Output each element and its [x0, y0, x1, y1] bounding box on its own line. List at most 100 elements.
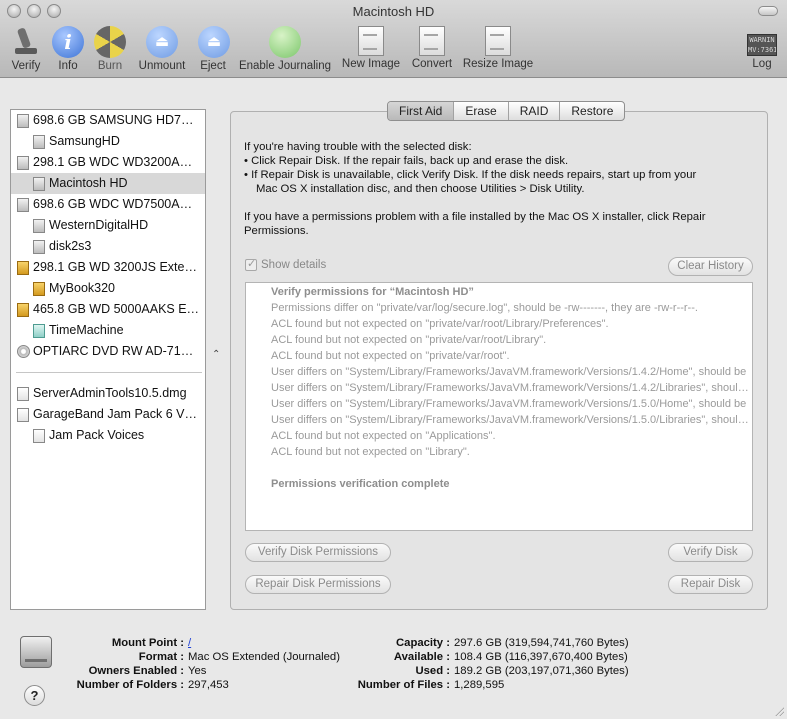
sidebar-item-label: TimeMachine: [49, 323, 124, 337]
info-tool-button[interactable]: i Info: [52, 26, 84, 72]
tab-restore[interactable]: Restore: [560, 102, 624, 120]
log-line: Permissions verification complete: [271, 478, 450, 490]
toolbar-toggle-button[interactable]: [758, 6, 778, 16]
log-tool-label: Log: [752, 58, 772, 70]
format-label: Format :: [138, 651, 184, 663]
sidebar-item-volume[interactable]: TimeMachine: [11, 320, 205, 341]
mount-point-row: Mount Point : /: [74, 636, 191, 650]
instruction-line: • If Repair Disk is unavailable, click V…: [244, 169, 697, 181]
sidebar-item-label: Macintosh HD: [49, 176, 128, 190]
number-of-folders-value: 297,453: [188, 679, 229, 691]
enable-journaling-tool-button[interactable]: Enable Journaling: [238, 26, 332, 72]
eject-icon: ⏏: [198, 26, 230, 58]
sidebar-item-volume[interactable]: SamsungHD: [11, 131, 205, 152]
first-aid-log[interactable]: Verify permissions for “Macintosh HD” Pe…: [245, 282, 753, 531]
sidebar-item-disk-image[interactable]: GarageBand Jam Pack 6 V…: [11, 404, 205, 425]
volume-icon: [33, 219, 45, 233]
window-resize-handle[interactable]: [774, 706, 784, 716]
convert-tool-button[interactable]: Convert: [409, 26, 455, 70]
sidebar-item-label: 298.1 GB WD 3200JS Exte…: [33, 260, 197, 274]
number-of-folders-row: Number of Folders : 297,453: [74, 678, 229, 692]
number-of-folders-label: Number of Folders :: [76, 679, 184, 691]
sidebar-item-disk[interactable]: 298.1 GB WDC WD3200A…: [11, 152, 205, 173]
microscope-icon: [10, 26, 42, 58]
instruction-line: Mac OS X installation disc, and then cho…: [256, 183, 585, 195]
verify-disk-button[interactable]: Verify Disk: [668, 543, 753, 562]
volume-icon: [33, 429, 45, 443]
new-image-tool-button[interactable]: New Image: [341, 26, 401, 70]
external-disk-icon: [17, 303, 29, 317]
log-tool-button[interactable]: WARNIN MV:7361 Log: [746, 26, 778, 70]
info-tool-label: Info: [58, 60, 78, 72]
unmount-icon: ⏏: [146, 26, 178, 58]
window-title: Macintosh HD: [352, 4, 435, 19]
sidebar-item-label: GarageBand Jam Pack 6 V…: [33, 407, 197, 421]
eject-tool-button[interactable]: ⏏ Eject: [198, 26, 230, 72]
hard-disk-icon: [20, 636, 52, 668]
sidebar-item-volume[interactable]: WesternDigitalHD: [11, 215, 205, 236]
used-label: Used :: [415, 665, 450, 677]
format-value: Mac OS Extended (Journaled): [188, 651, 340, 663]
resize-image-icon: [485, 26, 511, 56]
log-line: Permissions differ on "private/var/log/s…: [271, 302, 698, 314]
sidebar-item-label: disk2s3: [49, 239, 92, 253]
mount-point-link[interactable]: /: [188, 636, 191, 650]
sidebar-item-disk[interactable]: 698.6 GB WDC WD7500A…: [11, 194, 205, 215]
repair-disk-button[interactable]: Repair Disk: [668, 575, 753, 594]
log-line: ACL found but not expected on "Applicati…: [271, 430, 496, 442]
sidebar-item-label: 298.1 GB WDC WD3200A…: [33, 155, 193, 169]
disk-image-icon: [17, 387, 29, 401]
used-value: 189.2 GB (203,197,071,360 Bytes): [454, 665, 629, 677]
sidebar-item-dvd-drive[interactable]: OPTIARC DVD RW AD-71…: [11, 341, 205, 362]
sidebar-item-volume[interactable]: disk2s3: [11, 236, 205, 257]
log-line: User differs on "System/Library/Framewor…: [271, 366, 747, 378]
verify-tool-button[interactable]: Verify: [9, 26, 43, 72]
available-label: Available :: [393, 651, 450, 663]
capacity-value: 297.6 GB (319,594,741,760 Bytes): [454, 637, 629, 649]
verify-disk-permissions-button[interactable]: Verify Disk Permissions: [245, 543, 391, 562]
owners-enabled-row: Owners Enabled : Yes: [74, 664, 207, 678]
resize-image-tool-button[interactable]: Resize Image: [462, 26, 534, 70]
burn-tool-label: Burn: [97, 60, 123, 72]
info-icon: i: [52, 26, 84, 58]
unmount-tool-button[interactable]: ⏏ Unmount: [136, 26, 188, 72]
external-volume-icon: [33, 282, 45, 296]
disk-list[interactable]: 698.6 GB SAMSUNG HD7… SamsungHD 298.1 GB…: [10, 109, 206, 610]
tab-raid[interactable]: RAID: [509, 102, 561, 120]
log-line: ACL found but not expected on "private/v…: [271, 350, 510, 362]
log-line: ACL found but not expected on "Library".: [271, 446, 470, 458]
show-details-checkbox[interactable]: Show details: [245, 257, 327, 271]
repair-disk-permissions-button[interactable]: Repair Disk Permissions: [245, 575, 391, 594]
available-row: Available : 108.4 GB (116,397,670,400 Byt…: [355, 650, 628, 664]
sidebar-item-volume[interactable]: Jam Pack Voices: [11, 425, 205, 446]
log-icon: WARNIN MV:7361: [747, 34, 777, 56]
log-line: ACL found but not expected on "private/v…: [271, 318, 609, 330]
tab-erase[interactable]: Erase: [454, 102, 509, 120]
tab-first-aid[interactable]: First Aid: [388, 102, 455, 120]
capacity-label: Capacity :: [396, 637, 450, 649]
clear-history-button[interactable]: Clear History: [668, 257, 753, 276]
log-line: User differs on "System/Library/Framewor…: [271, 414, 749, 426]
show-details-label: Show details: [261, 259, 327, 271]
sidebar-item-external-disk[interactable]: 298.1 GB WD 3200JS Exte…: [11, 257, 205, 278]
hard-disk-icon: [17, 114, 29, 128]
hard-disk-icon: [17, 198, 29, 212]
sidebar-item-volume[interactable]: MyBook320: [11, 278, 205, 299]
convert-tool-label: Convert: [411, 58, 453, 70]
burn-tool-button[interactable]: Burn: [94, 26, 126, 72]
instruction-line: • Click Repair Disk. If the repair fails…: [244, 155, 569, 167]
volume-icon: [33, 135, 45, 149]
log-line: User differs on "System/Library/Framewor…: [271, 382, 749, 394]
hard-disk-icon: [17, 156, 29, 170]
external-disk-icon: [17, 261, 29, 275]
sidebar-item-label: 698.6 GB WDC WD7500A…: [33, 197, 193, 211]
help-button[interactable]: ?: [24, 685, 45, 706]
dvd-eject-icon[interactable]: ⌃: [212, 349, 220, 360]
owners-enabled-label: Owners Enabled :: [88, 665, 184, 677]
sidebar-item-disk-image[interactable]: ServerAdminTools10.5.dmg: [11, 383, 205, 404]
sidebar-item-external-disk[interactable]: 465.8 GB WD 5000AAKS E…: [11, 299, 205, 320]
sidebar-item-disk[interactable]: 698.6 GB SAMSUNG HD7…: [11, 110, 205, 131]
sidebar-item-macintosh-hd[interactable]: Macintosh HD: [11, 173, 205, 194]
sidebar-item-label: SamsungHD: [49, 134, 120, 148]
